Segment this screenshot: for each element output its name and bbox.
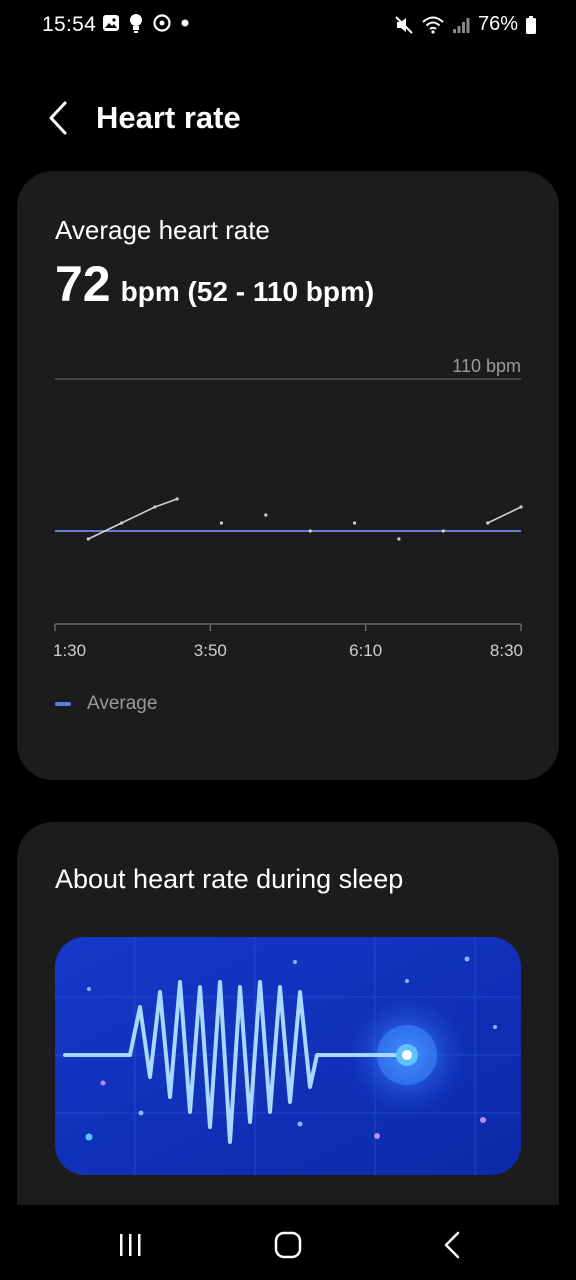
back-button[interactable] <box>36 96 80 140</box>
status-notification-icons <box>102 13 190 33</box>
back-nav-icon <box>444 1231 460 1259</box>
heart-rate-point <box>441 529 445 533</box>
heart-rate-illustration <box>55 937 521 1175</box>
legend-average-swatch <box>55 702 71 706</box>
home-icon <box>274 1231 302 1259</box>
heart-rate-point <box>397 537 401 541</box>
recents-icon <box>120 1234 141 1256</box>
heart-rate-point <box>175 497 179 501</box>
about-heart-rate-card[interactable]: About heart rate during sleep <box>17 822 559 1242</box>
heart-rate-series <box>86 497 523 541</box>
average-heart-rate-card: Average heart rate 72 bpm (52 - 110 bpm)… <box>17 171 559 780</box>
dot-icon <box>181 19 189 27</box>
home-button[interactable] <box>258 1225 318 1265</box>
chevron-left-icon <box>49 101 67 135</box>
heart-rate-point <box>219 521 224 525</box>
page-title: Heart rate <box>96 100 241 135</box>
battery-percent: 76% <box>477 13 518 35</box>
heart-rate-line <box>487 506 522 524</box>
bulb-icon <box>130 14 142 33</box>
heart-rate-point <box>86 537 90 541</box>
battery-icon <box>526 15 536 34</box>
heart-rate-point <box>119 521 124 525</box>
x-axis-ticks: 1:30 3:50 6:10 8:30 <box>53 624 523 660</box>
heart-rate-point <box>308 529 312 533</box>
heart-rate-point <box>264 513 268 517</box>
status-bar: 15:54 76% <box>0 0 576 52</box>
about-heart-rate-title: About heart rate during sleep <box>55 864 404 894</box>
signal-icon <box>452 17 470 33</box>
x-tick-label: 8:30 <box>490 641 523 660</box>
heart-rate-point <box>153 505 157 509</box>
legend-average-label: Average <box>87 693 158 714</box>
heart-rate-line <box>87 498 178 540</box>
x-tick-label: 1:30 <box>53 641 86 660</box>
x-tick-label: 3:50 <box>194 641 227 660</box>
heart-rate-point <box>519 505 523 509</box>
status-time: 15:54 <box>42 13 97 36</box>
wifi-icon <box>422 16 444 34</box>
heart-rate-chart: 110 bpm 1:30 3:50 6:10 8:30 <box>53 356 523 660</box>
sync-icon <box>153 14 171 32</box>
heart-rate-point <box>352 521 357 525</box>
app-header: Heart rate <box>0 90 576 150</box>
max-label: 110 bpm <box>452 356 521 376</box>
heartbeat-illustration <box>55 937 521 1175</box>
system-nav-bar <box>0 1205 576 1280</box>
recents-button[interactable] <box>100 1225 160 1265</box>
mute-icon <box>395 15 413 34</box>
x-tick-label: 6:10 <box>349 641 382 660</box>
chart-legend: Average <box>55 693 157 715</box>
gallery-icon <box>103 15 119 31</box>
status-system-icons: 76% <box>394 13 536 36</box>
back-nav-button[interactable] <box>422 1225 482 1265</box>
heart-rate-point <box>486 521 490 525</box>
